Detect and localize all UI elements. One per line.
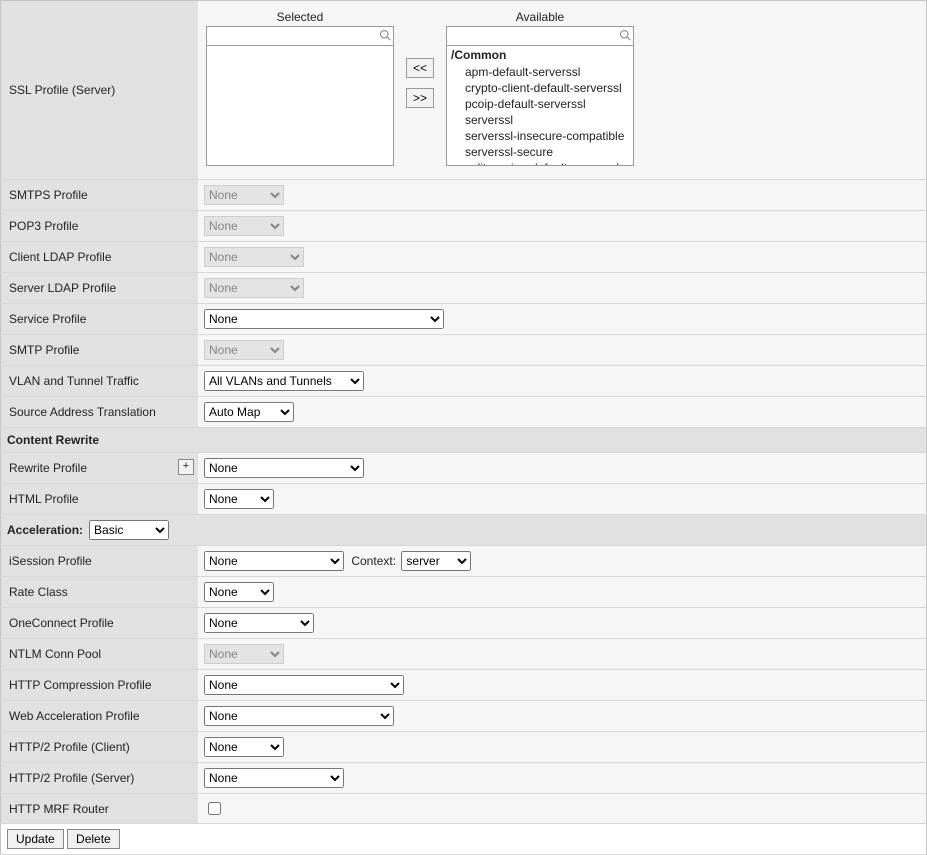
ssl-server-dual-list: Selected << >> Available (204, 6, 920, 174)
web-accel-select[interactable]: None (204, 706, 394, 726)
http-mrf-checkbox[interactable] (208, 802, 221, 815)
isession-context-select[interactable]: server (401, 551, 471, 571)
pop3-select: None (204, 216, 284, 236)
server-ldap-label: Server LDAP Profile (1, 273, 199, 304)
available-option[interactable]: serverssl-secure (447, 144, 633, 160)
acceleration-title: Acceleration: (7, 523, 83, 537)
selected-search-input[interactable] (206, 26, 394, 46)
client-ldap-select: None (204, 247, 304, 267)
ntlm-select: None (204, 644, 284, 664)
http2-server-label: HTTP/2 Profile (Server) (1, 763, 199, 794)
available-option[interactable]: pcoip-default-serverssl (447, 96, 633, 112)
available-listbox[interactable]: /Common apm-default-serversslcrypto-clie… (446, 46, 634, 166)
acceleration-mode-select[interactable]: Basic (89, 520, 169, 540)
server-ldap-select: None (204, 278, 304, 298)
available-header: Available (516, 10, 564, 24)
smtps-select: None (204, 185, 284, 205)
rate-class-select[interactable]: None (204, 582, 274, 602)
client-ldap-label: Client LDAP Profile (1, 242, 199, 273)
smtp-label: SMTP Profile (1, 335, 199, 366)
available-group-header: /Common (447, 46, 633, 64)
selected-header: Selected (277, 10, 324, 24)
http-comp-label: HTTP Compression Profile (1, 670, 199, 701)
update-button[interactable]: Update (7, 829, 64, 849)
service-select[interactable]: None (204, 309, 444, 329)
rewrite-add-button[interactable]: + (178, 459, 194, 475)
sat-label: Source Address Translation (1, 397, 199, 428)
available-option[interactable]: serverssl (447, 112, 633, 128)
http2-client-label: HTTP/2 Profile (Client) (1, 732, 199, 763)
move-left-button[interactable]: << (406, 58, 434, 78)
smtp-select: None (204, 340, 284, 360)
vlan-label: VLAN and Tunnel Traffic (1, 366, 199, 397)
sat-select[interactable]: Auto Map (204, 402, 294, 422)
available-search-input[interactable] (446, 26, 634, 46)
service-label: Service Profile (1, 304, 199, 335)
oneconnect-select[interactable]: None (204, 613, 314, 633)
http2-client-select[interactable]: None (204, 737, 284, 757)
isession-label: iSession Profile (1, 546, 199, 577)
web-accel-label: Web Acceleration Profile (1, 701, 199, 732)
ssl-server-label: SSL Profile (Server) (1, 1, 199, 180)
rewrite-select[interactable]: None (204, 458, 364, 478)
smtps-label: SMTPS Profile (1, 180, 199, 211)
html-label: HTML Profile (1, 484, 199, 515)
isession-context-label: Context: (351, 554, 396, 568)
selected-listbox[interactable] (206, 46, 394, 166)
oneconnect-label: OneConnect Profile (1, 608, 199, 639)
rate-class-label: Rate Class (1, 577, 199, 608)
available-option[interactable]: crypto-client-default-serverssl (447, 80, 633, 96)
vlan-select[interactable]: All VLANs and Tunnels (204, 371, 364, 391)
available-option[interactable]: serverssl-insecure-compatible (447, 128, 633, 144)
config-table: SSL Profile (Server) Selected << >> (0, 0, 927, 855)
http-comp-select[interactable]: None (204, 675, 404, 695)
delete-button[interactable]: Delete (67, 829, 120, 849)
http-mrf-label: HTTP MRF Router (1, 794, 199, 824)
move-right-button[interactable]: >> (406, 88, 434, 108)
http2-server-select[interactable]: None (204, 768, 344, 788)
isession-select[interactable]: None (204, 551, 344, 571)
html-select[interactable]: None (204, 489, 274, 509)
available-option[interactable]: apm-default-serverssl (447, 64, 633, 80)
content-rewrite-header: Content Rewrite (1, 428, 927, 453)
rewrite-label: Rewrite Profile + (1, 453, 199, 484)
ntlm-label: NTLM Conn Pool (1, 639, 199, 670)
available-option[interactable]: splitsession-default-serverssl (447, 160, 633, 166)
pop3-label: POP3 Profile (1, 211, 199, 242)
